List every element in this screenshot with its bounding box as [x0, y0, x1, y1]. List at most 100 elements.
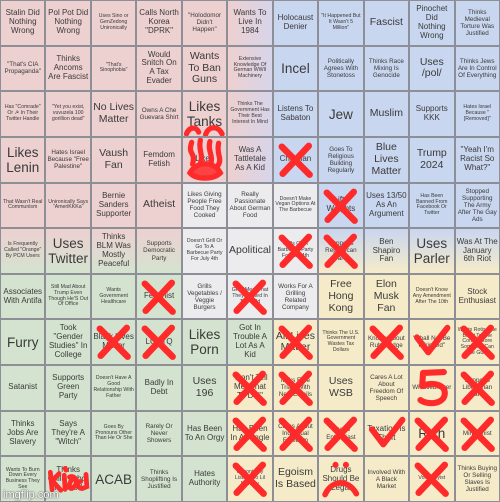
bingo-cell[interactable]: Likes Lenin: [0, 136, 46, 183]
bingo-cell[interactable]: Wants Government Healthcare: [90, 273, 137, 320]
bingo-cell[interactable]: Trump 2024: [409, 136, 455, 183]
bingo-cell[interactable]: Satanist: [0, 365, 46, 411]
bingo-cell[interactable]: Has Been In A Jungle: [227, 410, 273, 457]
bingo-cell[interactable]: Fascist: [363, 0, 410, 46]
bingo-cell[interactable]: Wants To Ban Guns: [181, 45, 228, 92]
bingo-cell[interactable]: Has Been To An Orgy: [181, 410, 228, 457]
bingo-cell[interactable]: Likes Porn: [181, 319, 228, 366]
bingo-cell[interactable]: Owns A Che Guevara Shirt: [136, 91, 182, 137]
bingo-cell[interactable]: Femdom Fetish: [136, 136, 182, 183]
bingo-cell[interactable]: Was A Tattletale As A Kid: [227, 136, 273, 183]
bingo-cell[interactable]: Supports KKK: [409, 91, 455, 137]
bingo-cell[interactable]: Uses 13/50 As An Argument: [363, 182, 410, 229]
bingo-cell[interactable]: Thinks Jews Are In Control Of Everything: [454, 45, 500, 92]
bingo-cell[interactable]: Christian: [272, 136, 319, 183]
bingo-cell[interactable]: Involved With A Black Market: [363, 456, 410, 502]
bingo-cell[interactable]: Blue Lives Matter: [363, 136, 410, 183]
bingo-cell[interactable]: Took "Gender Studies" In College: [45, 319, 91, 366]
bingo-cell[interactable]: Stalin Did Nothing Wrong: [0, 0, 46, 46]
bingo-cell[interactable]: Doesn't Have A Good Relationship With Fa…: [90, 365, 137, 411]
bingo-cell[interactable]: Knows About Ruby Ridge: [363, 319, 410, 366]
bingo-cell[interactable]: Thinks Race Mixing Is Genocide: [363, 45, 410, 92]
bingo-cell[interactable]: Rich: [409, 410, 455, 457]
bingo-cell[interactable]: Would Snitch On A Tax Evader: [136, 45, 182, 92]
bingo-cell[interactable]: Furry: [0, 319, 46, 366]
bingo-cell[interactable]: Cares A Lot About Freedom Of Speech: [363, 365, 410, 411]
bingo-cell[interactable]: Badly In Debt: [136, 365, 182, 411]
bingo-cell[interactable]: Calls North Korea "DPRK": [136, 0, 182, 46]
bingo-cell[interactable]: Incel: [272, 45, 319, 92]
bingo-cell[interactable]: Doesn't Make Vegan Options At The Barbec…: [272, 182, 319, 229]
bingo-cell[interactable]: Is Frequently Called "Orange" By PCM Use…: [0, 228, 46, 274]
bingo-cell[interactable]: Supports Libertarian Party: [454, 365, 500, 411]
bingo-cell[interactable]: Thinks BLM Was Mostly Peaceful: [90, 228, 137, 274]
bingo-cell[interactable]: Wants To Live In 1984: [227, 0, 273, 46]
bingo-cell[interactable]: Stock Enthusiast: [454, 273, 500, 320]
bingo-cell[interactable]: LGBTQ: [136, 319, 182, 366]
bingo-cell[interactable]: Likes Giving People Free Food They Cooke…: [181, 182, 228, 229]
bingo-cell[interactable]: Jew: [318, 91, 364, 137]
bingo-cell[interactable]: Lifts Weights: [318, 182, 364, 229]
bingo-cell[interactable]: Thinks Jobs Are Slavery: [0, 410, 46, 457]
bingo-cell[interactable]: Was At The January 6th Riot: [454, 228, 500, 274]
bingo-cell[interactable]: Thinks Ancoms Are Fascist: [45, 45, 91, 92]
bingo-cell[interactable]: Hates Israel Because "[Removed]": [454, 91, 500, 137]
bingo-cell[interactable]: Pinochet Did Nothing Wrong: [409, 0, 455, 46]
bingo-cell[interactable]: All Lives Matter: [272, 319, 319, 366]
bingo-cell[interactable]: Stopped Supporting The Army After The Ga…: [454, 182, 500, 229]
bingo-cell[interactable]: Uses Twitter: [45, 228, 91, 274]
bingo-cell[interactable]: Bernie Sanders Supporter: [90, 182, 137, 229]
bingo-cell[interactable]: "Holodomor Didn't Happen": [181, 0, 228, 46]
bingo-cell[interactable]: Goes By Pronouns Other Than He Or She: [90, 410, 137, 457]
bingo-cell[interactable]: Elon Musk Fan: [363, 273, 410, 320]
bingo-cell[interactable]: "That's Sinophobia": [90, 45, 137, 92]
bingo-cell[interactable]: Black Lives Matter: [90, 319, 137, 366]
bingo-cell[interactable]: Uses /pol/: [409, 45, 455, 92]
bingo-cell[interactable]: Taxation Is Theft: [363, 410, 410, 457]
bingo-cell[interactable]: "Yet you exist, vuvuzela 100 gorillion d…: [45, 91, 91, 137]
bingo-cell[interactable]: Thinks Medieval Torture Was Justified: [454, 0, 500, 46]
bingo-cell[interactable]: Cares About Individual Freedom: [272, 410, 319, 457]
bingo-cell[interactable]: No Lives Matter: [90, 91, 137, 137]
bingo-cell[interactable]: "Yeah I'm Racist So What?": [454, 136, 500, 183]
bingo-cell[interactable]: Drugs Should Be Legal: [318, 456, 364, 502]
bingo-cell[interactable]: Likes Tanks: [181, 91, 228, 137]
bingo-cell[interactable]: Politically Agrees With Stonetoss: [318, 45, 364, 92]
bingo-cell[interactable]: That Wasn't Real Communism: [0, 182, 46, 229]
bingo-cell[interactable]: Really Passionate About German Food: [227, 182, 273, 229]
bingo-cell[interactable]: Supports Democratic Party: [136, 228, 182, 274]
bingo-cell[interactable]: Got In Trouble A Lot As A Kid: [227, 319, 273, 366]
bingo-cell[interactable]: Unironically Listens To Lil Monkey: [227, 456, 273, 502]
bingo-cell[interactable]: Grills Meat That They Hunted In The Wild: [227, 273, 273, 320]
bingo-cell[interactable]: "That's CIA Propaganda": [0, 45, 46, 92]
bingo-cell[interactable]: Feminist: [136, 273, 182, 320]
bingo-cell[interactable]: Voluntaryist: [409, 456, 455, 502]
bingo-cell[interactable]: Still Mad About Trump Even Though He'S O…: [45, 273, 91, 320]
bingo-cell[interactable]: Hates Israel Because "Free Palestine": [45, 136, 91, 183]
bingo-cell[interactable]: Uses WSB: [318, 365, 364, 411]
bingo-cell[interactable]: Grills On A Barbecue Party For July 4th: [272, 228, 319, 274]
bingo-cell[interactable]: Holocaust Denier: [272, 0, 319, 46]
bingo-cell[interactable]: Thinks Buying Or Selling Slaves Is Justi…: [454, 456, 500, 502]
bingo-cell[interactable]: Egoism Is Based: [272, 456, 319, 502]
bingo-cell[interactable]: Associates With Antifa: [0, 273, 46, 320]
bingo-cell[interactable]: Thinks The Government Has Their Best Int…: [227, 91, 273, 137]
bingo-cell[interactable]: Thinks The U.S. Government Wastes Tax Do…: [318, 319, 364, 366]
bingo-cell[interactable]: Doesn't Grill Or Go To A Barbecue Party …: [181, 228, 228, 274]
bingo-cell[interactable]: Says They're A "Witch": [45, 410, 91, 457]
bingo-cell[interactable]: Crypto Enthusiast: [318, 410, 364, 457]
bingo-cell[interactable]: "It Happened But It Wasn't 5 Million": [318, 0, 364, 46]
bingo-cell[interactable]: Free Hong Kong: [318, 273, 364, 320]
bingo-cell[interactable]: Goes To Religious Building Regularly: [318, 136, 364, 183]
bingo-cell[interactable]: Likes: [181, 136, 228, 183]
bingo-cell[interactable]: Uses Parler: [409, 228, 455, 274]
bingo-cell[interactable]: Has "Comrade" Or ☭ In Their Twitter Hand…: [0, 91, 46, 137]
bingo-cell[interactable]: Supports Green Party: [45, 365, 91, 411]
bingo-cell[interactable]: Supports Republican Party: [318, 228, 364, 274]
bingo-cell[interactable]: Uses 196: [181, 365, 228, 411]
bingo-cell[interactable]: Doesn't Know Any Amendment After The 10t…: [409, 273, 455, 320]
bingo-cell[interactable]: Works For A Grilling Related Company: [272, 273, 319, 320]
bingo-cell[interactable]: Pol Pot Did Nothing Wrong: [45, 0, 91, 46]
bingo-cell[interactable]: Uses Sino or GenZedong Unironically: [90, 0, 137, 46]
bingo-cell[interactable]: Vaush Fan: [90, 136, 137, 183]
